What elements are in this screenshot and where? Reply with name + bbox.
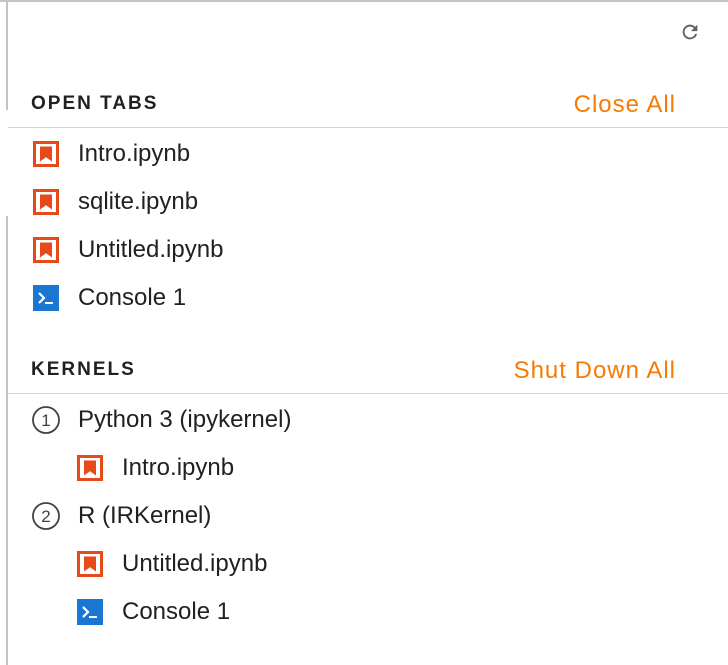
open-tab-label: Console 1 [78,284,187,311]
close-all-button[interactable]: Close All [574,91,676,119]
kernel-session-item[interactable]: Console 1 [76,590,230,634]
kernel-session-label: Untitled.ipynb [122,550,268,577]
kernel-number: 1 [41,411,50,430]
kernel-label: R (IRKernel) [78,502,212,529]
kernel-item[interactable]: 1 Python 3 (ipykernel) [31,398,291,442]
kernel-label: Python 3 (ipykernel) [78,406,292,433]
shut-down-all-button[interactable]: Shut Down All [514,357,676,385]
open-tab-item[interactable]: Console 1 [32,276,186,320]
kernel-session-label: Console 1 [122,598,231,625]
kernel-item[interactable]: 2 R (IRKernel) [31,494,211,538]
open-tab-item[interactable]: Intro.ipynb [32,132,190,176]
panel-left-border-bottom [0,216,8,665]
kernel-number-icon: 2 [31,501,61,531]
notebook-icon [32,140,60,168]
notebook-icon [32,188,60,216]
open-tab-item[interactable]: Untitled.ipynb [32,228,223,272]
open-tab-label: sqlite.ipynb [78,188,199,215]
kernels-title: KERNELS [31,359,136,380]
open-tabs-title: OPEN TABS [31,93,159,114]
notebook-icon [76,454,104,482]
console-icon [32,284,60,312]
running-panel: OPEN TABS Close All Intro.ipynb sqlite.i… [0,0,728,665]
kernels-header: KERNELS Shut Down All [8,348,728,394]
refresh-button[interactable] [676,20,704,48]
panel-left-border-top [0,2,8,110]
open-tabs-header: OPEN TABS Close All [8,82,728,128]
notebook-icon [32,236,60,264]
kernel-session-item[interactable]: Untitled.ipynb [76,542,267,586]
refresh-icon [679,21,701,48]
kernel-number: 2 [41,507,50,526]
open-tab-label: Untitled.ipynb [78,236,224,263]
kernel-number-icon: 1 [31,405,61,435]
open-tab-item[interactable]: sqlite.ipynb [32,180,198,224]
open-tab-label: Intro.ipynb [78,140,191,167]
kernel-session-label: Intro.ipynb [122,454,235,481]
kernel-session-item[interactable]: Intro.ipynb [76,446,234,490]
notebook-icon [76,550,104,578]
console-icon [76,598,104,626]
